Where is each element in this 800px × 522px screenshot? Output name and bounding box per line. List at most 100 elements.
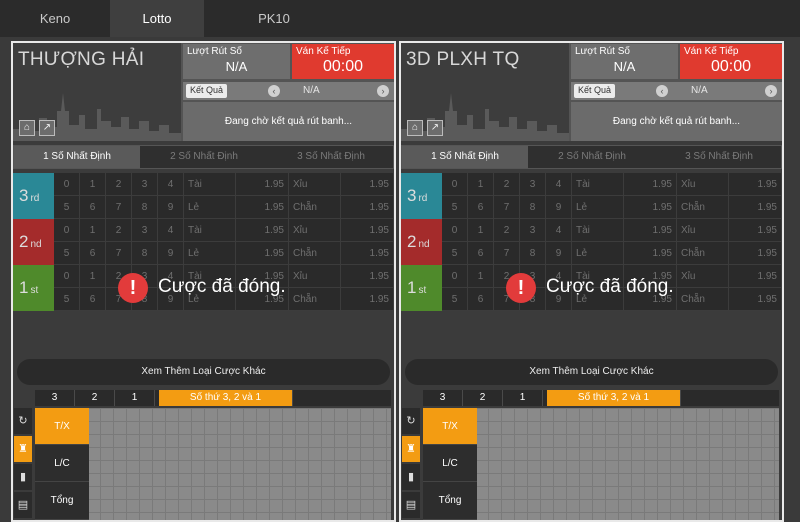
bet-option-label[interactable]: Xỉu [677,265,729,288]
bet-option-label[interactable]: Chẵn [289,242,341,265]
chart-icon[interactable]: ▮ [14,464,32,490]
subtab-2-number[interactable]: 2 Số Nhất Định [529,146,655,168]
bet-option-label[interactable]: Xỉu [677,219,729,242]
subtab-3-number[interactable]: 3 Số Nhất Định [268,146,394,168]
number-cell[interactable]: 1 [468,265,494,288]
prev-arrow-icon[interactable]: ‹ [656,85,668,97]
number-cell[interactable]: 4 [158,173,184,196]
position-tab-1[interactable]: 1 [503,390,543,406]
number-cell[interactable]: 6 [80,242,106,265]
trophy-icon[interactable]: ♜ [402,436,420,462]
number-cell[interactable]: 4 [546,219,572,242]
result-button[interactable]: Kết Quả [574,84,616,98]
number-cell[interactable]: 8 [520,196,546,219]
number-cell[interactable]: 6 [80,196,106,219]
bet-option-odds[interactable]: 1.95 [729,265,782,288]
number-cell[interactable]: 1 [80,265,106,288]
board-tab-total[interactable]: Tổng [35,482,89,520]
prev-arrow-icon[interactable]: ‹ [268,85,280,97]
number-cell[interactable]: 3 [520,173,546,196]
popout-icon[interactable]: ↗ [39,120,55,136]
number-cell[interactable]: 6 [468,242,494,265]
bet-option-label[interactable]: Tài [572,219,624,242]
number-cell[interactable]: 4 [546,173,572,196]
bet-option-odds[interactable]: 1.95 [624,219,677,242]
position-tab-2[interactable]: 2 [75,390,115,406]
position-tab-all[interactable]: Số thứ 3, 2 và 1 [159,390,293,406]
number-cell[interactable]: 6 [80,288,106,311]
number-cell[interactable]: 5 [54,196,80,219]
number-cell[interactable]: 7 [494,196,520,219]
number-cell[interactable]: 1 [80,219,106,242]
number-cell[interactable]: 0 [54,173,80,196]
position-tab-all[interactable]: Số thứ 3, 2 và 1 [547,390,681,406]
bet-option-odds[interactable]: 1.95 [729,242,782,265]
bet-option-label[interactable]: Xỉu [677,173,729,196]
bet-option-odds[interactable]: 1.95 [341,173,394,196]
number-cell[interactable]: 2 [106,219,132,242]
number-cell[interactable]: 0 [54,219,80,242]
number-cell[interactable]: 8 [132,242,158,265]
number-cell[interactable]: 5 [442,242,468,265]
tab-lotto[interactable]: Lotto [110,0,204,37]
bet-option-odds[interactable]: 1.95 [729,288,782,311]
home-icon[interactable]: ⌂ [407,120,423,136]
bet-option-label[interactable]: Lẻ [572,242,624,265]
bet-option-odds[interactable]: 1.95 [624,196,677,219]
bet-option-odds[interactable]: 1.95 [236,242,289,265]
number-cell[interactable]: 1 [80,173,106,196]
refresh-icon[interactable]: ↻ [14,408,32,434]
more-bet-types-button[interactable]: Xem Thêm Loại Cược Khác [405,359,778,385]
home-icon[interactable]: ⌂ [19,120,35,136]
number-cell[interactable]: 4 [158,219,184,242]
position-tab-1[interactable]: 1 [115,390,155,406]
number-cell[interactable]: 3 [132,219,158,242]
bet-option-odds[interactable]: 1.95 [624,173,677,196]
number-cell[interactable]: 8 [520,242,546,265]
popout-icon[interactable]: ↗ [427,120,443,136]
bet-option-odds[interactable]: 1.95 [729,173,782,196]
subtab-1-number[interactable]: 1 Số Nhất Định [402,146,528,168]
number-cell[interactable]: 0 [54,265,80,288]
number-cell[interactable]: 7 [494,242,520,265]
number-cell[interactable]: 5 [442,288,468,311]
tab-keno[interactable]: Keno [0,0,110,37]
bet-option-label[interactable]: Chẵn [289,196,341,219]
number-cell[interactable]: 9 [158,196,184,219]
chart-icon[interactable]: ▮ [402,464,420,490]
number-cell[interactable]: 1 [468,219,494,242]
number-cell[interactable]: 2 [494,173,520,196]
number-cell[interactable]: 9 [158,242,184,265]
bet-option-label[interactable]: Xỉu [289,219,341,242]
bet-option-label[interactable]: Chẵn [677,196,729,219]
tab-pk10[interactable]: PK10 [204,0,344,37]
board-tab-lc[interactable]: L/C [35,445,89,482]
bet-option-label[interactable]: Lẻ [184,242,236,265]
bet-option-label[interactable]: Tài [184,173,236,196]
next-arrow-icon[interactable]: › [377,85,389,97]
bet-option-label[interactable]: Xỉu [289,173,341,196]
number-cell[interactable]: 8 [132,196,158,219]
subtab-1-number[interactable]: 1 Số Nhất Định [14,146,140,168]
bet-option-label[interactable]: Chẵn [677,242,729,265]
bet-option-odds[interactable]: 1.95 [236,196,289,219]
bet-option-label[interactable]: Chẵn [677,288,729,311]
document-icon[interactable]: ▤ [402,492,420,518]
number-cell[interactable]: 0 [442,265,468,288]
bet-option-odds[interactable]: 1.95 [341,288,394,311]
bet-option-odds[interactable]: 1.95 [624,242,677,265]
number-cell[interactable]: 2 [494,219,520,242]
bet-option-label[interactable]: Lẻ [184,196,236,219]
board-tab-tx[interactable]: T/X [35,408,89,445]
position-tab-3[interactable]: 3 [423,390,463,406]
number-cell[interactable]: 1 [468,173,494,196]
number-cell[interactable]: 3 [132,173,158,196]
bet-option-odds[interactable]: 1.95 [341,196,394,219]
bet-option-odds[interactable]: 1.95 [341,219,394,242]
number-cell[interactable]: 5 [442,196,468,219]
result-button[interactable]: Kết Quả [186,84,228,98]
next-arrow-icon[interactable]: › [765,85,777,97]
position-tab-2[interactable]: 2 [463,390,503,406]
position-tab-3[interactable]: 3 [35,390,75,406]
number-cell[interactable]: 9 [546,196,572,219]
